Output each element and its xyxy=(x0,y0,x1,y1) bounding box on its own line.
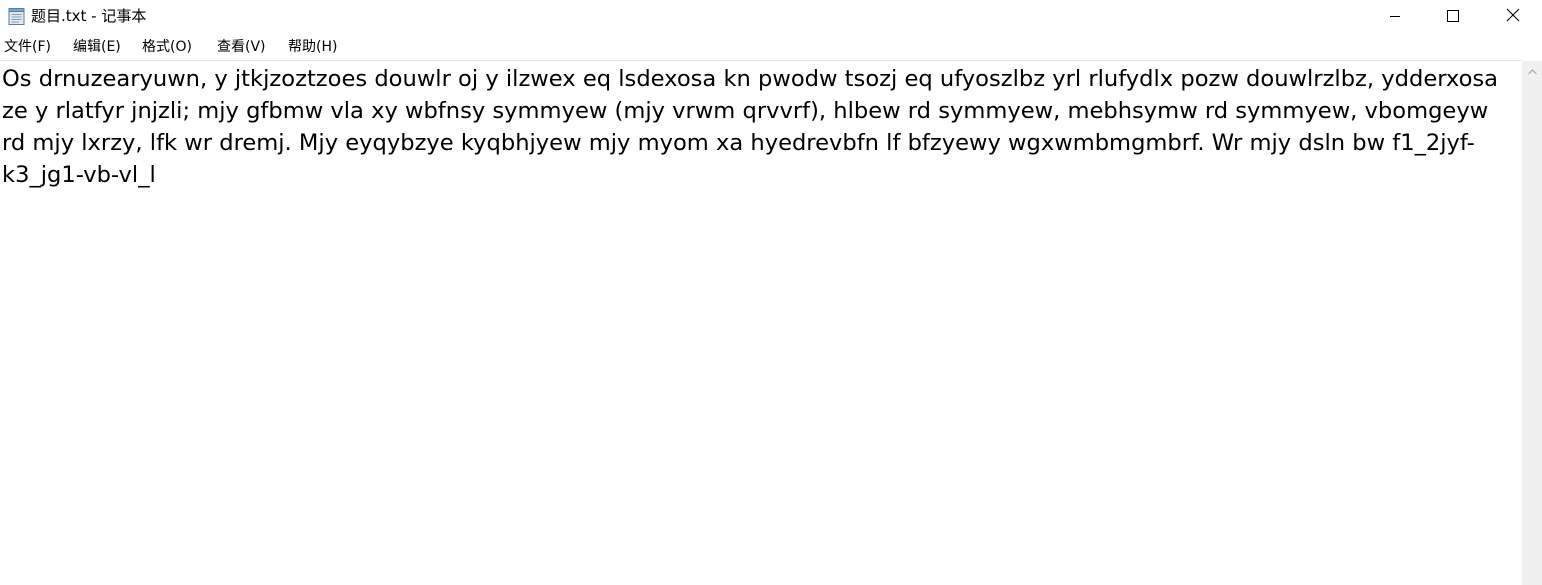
scroll-up-arrow-icon xyxy=(1527,60,1537,79)
window-title: 题目.txt - 记事本 xyxy=(31,7,147,25)
minimize-icon xyxy=(1389,7,1401,26)
title-bar[interactable]: 题目.txt - 记事本 xyxy=(0,0,1542,33)
maximize-button[interactable] xyxy=(1424,0,1482,32)
notepad-window: 题目.txt - 记事本 文件(F) 编辑(E) 格式(O) 查看(V) 帮助(… xyxy=(0,0,1542,585)
scroll-up-button[interactable] xyxy=(1522,61,1542,78)
close-icon xyxy=(1506,7,1520,26)
notepad-icon xyxy=(8,7,25,25)
menu-format[interactable]: 格式(O) xyxy=(142,36,192,58)
document-text[interactable]: Os drnuzearyuwn, y jtkjzoztzoes douwlr o… xyxy=(2,63,1514,191)
close-button[interactable] xyxy=(1484,0,1542,32)
menu-edit[interactable]: 编辑(E) xyxy=(73,36,121,58)
menu-view[interactable]: 查看(V) xyxy=(217,36,266,58)
menu-bar: 文件(F) 编辑(E) 格式(O) 查看(V) 帮助(H) xyxy=(0,35,1542,59)
maximize-icon xyxy=(1447,7,1459,26)
minimize-button[interactable] xyxy=(1366,0,1424,32)
menu-help[interactable]: 帮助(H) xyxy=(288,36,337,58)
vertical-scrollbar[interactable] xyxy=(1522,61,1542,585)
text-editor-area[interactable]: Os drnuzearyuwn, y jtkjzoztzoes douwlr o… xyxy=(0,60,1522,585)
menu-file[interactable]: 文件(F) xyxy=(4,36,51,58)
